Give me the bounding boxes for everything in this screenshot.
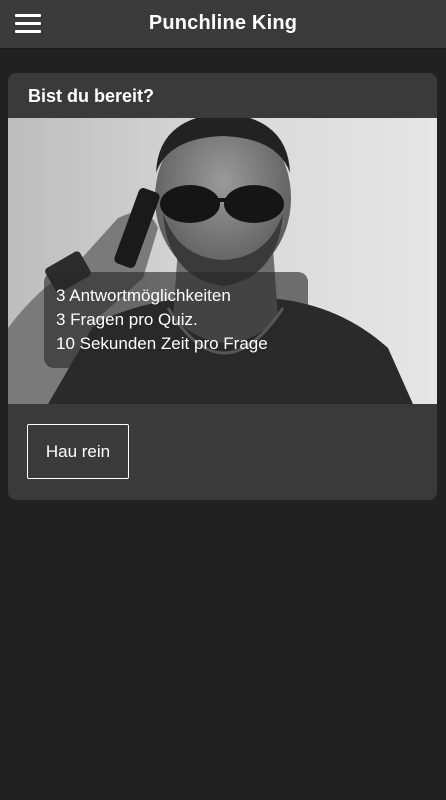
- quiz-card: Bist du bereit? 3 Antwortmöglichkeiten 3…: [8, 73, 437, 500]
- start-quiz-button[interactable]: Hau rein: [27, 424, 129, 479]
- card-image: 3 Antwortmöglichkeiten 3 Fragen pro Quiz…: [8, 118, 437, 404]
- app-header: Punchline King: [0, 0, 446, 49]
- app-title: Punchline King: [148, 12, 298, 34]
- info-line: 10 Sekunden Zeit pro Frage: [56, 334, 268, 353]
- card-title: Bist du bereit?: [28, 86, 155, 106]
- info-line: 3 Antwortmöglichkeiten: [56, 286, 231, 305]
- quiz-info-box: 3 Antwortmöglichkeiten 3 Fragen pro Quiz…: [44, 272, 308, 368]
- info-line: 3 Fragen pro Quiz.: [56, 310, 198, 329]
